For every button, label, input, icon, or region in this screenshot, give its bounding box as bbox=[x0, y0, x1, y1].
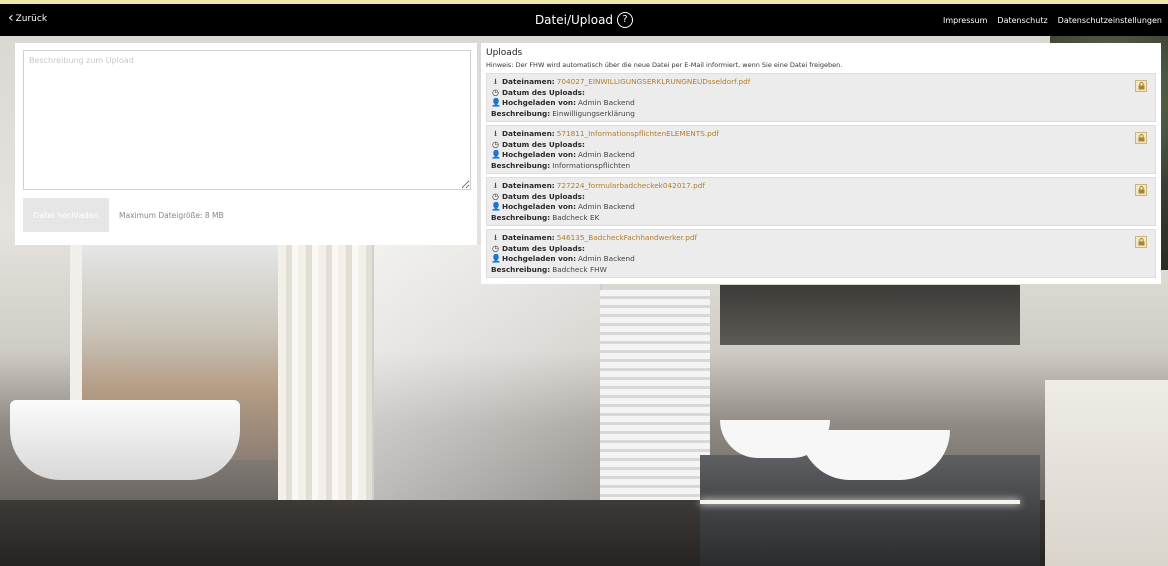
description-value: Badcheck FHW bbox=[552, 264, 607, 274]
file-link[interactable]: 704027_EINWILLIGUNGSERKLRUNGNEUDsseldorf… bbox=[557, 77, 751, 88]
uploader-label: Hochgeladen von: bbox=[502, 150, 577, 159]
help-circle-icon[interactable]: ? bbox=[617, 12, 634, 28]
description-textarea[interactable] bbox=[23, 50, 471, 190]
description-value: Badcheck EK bbox=[552, 212, 600, 222]
date-row: ◷ Datum des Uploads: bbox=[491, 140, 1151, 151]
upload-icon: ⭳ bbox=[494, 233, 497, 242]
background-curtain bbox=[278, 230, 373, 530]
clock-icon: ◷ bbox=[492, 87, 499, 97]
upload-item: ⭳ Dateinamen: 704027_EINWILLIGUNGSERKLRU… bbox=[486, 73, 1156, 122]
uploader-row: 👤 Hochgeladen von: Admin Backend bbox=[491, 98, 1151, 109]
top-bar: ‹ Zurück Datei/Upload ? Impressum Datens… bbox=[0, 0, 1168, 36]
date-label: Datum des Uploads: bbox=[502, 87, 585, 97]
uploader-row: 👤 Hochgeladen von: Admin Backend bbox=[491, 254, 1151, 265]
lock-button[interactable] bbox=[1135, 80, 1147, 92]
filename-row: ⭳ Dateinamen: 704027_EINWILLIGUNGSERKLRU… bbox=[491, 77, 1151, 88]
description-value: Einwilligungserklärung bbox=[552, 108, 635, 118]
filename-row: ⭳ Dateinamen: 546135_BadcheckFachhandwer… bbox=[491, 233, 1151, 244]
date-label: Datum des Uploads: bbox=[502, 243, 585, 253]
file-link[interactable]: 727224_formularbadcheckek042017.pdf bbox=[557, 181, 705, 192]
uploader-row: 👤 Hochgeladen von: Admin Backend bbox=[491, 202, 1151, 213]
uploads-title: Uploads bbox=[486, 48, 523, 58]
uploads-panel: Uploads Hinweis: Der FHW wird automatisc… bbox=[481, 43, 1161, 284]
lock-icon bbox=[1138, 82, 1144, 90]
upload-item: ⭳ Dateinamen: 571811_Informationspflicht… bbox=[486, 125, 1156, 174]
filename-label: Dateinamen: bbox=[502, 181, 555, 190]
upload-list: ⭳ Dateinamen: 704027_EINWILLIGUNGSERKLRU… bbox=[486, 73, 1156, 278]
background-radiator bbox=[600, 290, 710, 520]
user-icon: 👤 bbox=[491, 202, 501, 211]
nav-datenschutz[interactable]: Datenschutz bbox=[997, 16, 1047, 25]
lock-icon bbox=[1138, 134, 1144, 142]
upload-item: ⭳ Dateinamen: 546135_BadcheckFachhandwer… bbox=[486, 229, 1156, 278]
top-nav: Impressum Datenschutz Datenschutzeinstel… bbox=[943, 16, 1162, 25]
lock-icon bbox=[1138, 238, 1144, 246]
nav-datenschutzeinstellungen[interactable]: Datenschutzeinstellungen bbox=[1058, 16, 1162, 25]
file-link[interactable]: 546135_BadcheckFachhandwerker.pdf bbox=[557, 233, 697, 244]
lock-button[interactable] bbox=[1135, 184, 1147, 196]
upload-file-button[interactable]: Datei hochladen bbox=[23, 198, 109, 232]
lock-button[interactable] bbox=[1135, 236, 1147, 248]
filename-label: Dateinamen: bbox=[502, 129, 555, 138]
uploader-value: Admin Backend bbox=[578, 254, 635, 263]
description-row: Beschreibung: Badcheck FHW bbox=[491, 265, 1151, 276]
upload-icon: ⭳ bbox=[494, 129, 497, 138]
uploader-row: 👤 Hochgeladen von: Admin Backend bbox=[491, 150, 1151, 161]
clock-icon: ◷ bbox=[492, 243, 499, 253]
lock-button[interactable] bbox=[1135, 132, 1147, 144]
clock-icon: ◷ bbox=[492, 191, 499, 201]
date-label: Datum des Uploads: bbox=[502, 139, 585, 149]
description-row: Beschreibung: Badcheck EK bbox=[491, 213, 1151, 224]
file-link[interactable]: 571811_InformationspflichtenELEMENTS.pdf bbox=[557, 129, 719, 140]
description-value: Informationspflichten bbox=[552, 160, 631, 170]
upload-icon: ⭳ bbox=[494, 181, 497, 190]
description-label: Beschreibung: bbox=[491, 108, 551, 118]
description-label: Beschreibung: bbox=[491, 160, 551, 170]
background-vanity-light bbox=[700, 500, 1020, 504]
user-icon: 👤 bbox=[491, 98, 501, 107]
lock-icon bbox=[1138, 186, 1144, 194]
page-title: Datei/Upload bbox=[534, 13, 614, 27]
user-icon: 👤 bbox=[491, 150, 501, 159]
uploader-value: Admin Backend bbox=[578, 150, 635, 159]
date-row: ◷ Datum des Uploads: bbox=[491, 192, 1151, 203]
description-row: Beschreibung: Informationspflichten bbox=[491, 161, 1151, 172]
background-mirror bbox=[720, 285, 1020, 345]
uploads-hint: Hinweis: Der FHW wird automatisch über d… bbox=[486, 61, 843, 69]
date-row: ◷ Datum des Uploads: bbox=[491, 88, 1151, 99]
description-label: Beschreibung: bbox=[491, 264, 551, 274]
upload-form-panel: Datei hochladen Maximum Dateigröße: 8 MB bbox=[15, 43, 477, 245]
uploader-label: Hochgeladen von: bbox=[502, 254, 577, 263]
description-label: Beschreibung: bbox=[491, 212, 551, 222]
background-bathtub bbox=[10, 400, 240, 480]
filename-label: Dateinamen: bbox=[502, 233, 555, 242]
upload-item: ⭳ Dateinamen: 727224_formularbadcheckek0… bbox=[486, 177, 1156, 226]
user-icon: 👤 bbox=[491, 254, 501, 263]
date-label: Datum des Uploads: bbox=[502, 191, 585, 201]
uploader-value: Admin Backend bbox=[578, 98, 635, 107]
filename-row: ⭳ Dateinamen: 727224_formularbadcheckek0… bbox=[491, 181, 1151, 192]
background-shower bbox=[372, 245, 602, 535]
description-row: Beschreibung: Einwilligungserklärung bbox=[491, 109, 1151, 120]
uploader-label: Hochgeladen von: bbox=[502, 202, 577, 211]
max-file-size: Maximum Dateigröße: 8 MB bbox=[119, 210, 224, 220]
uploader-value: Admin Backend bbox=[578, 202, 635, 211]
upload-icon: ⭳ bbox=[494, 77, 497, 86]
background-fireplace bbox=[1045, 380, 1168, 566]
upload-actions: Datei hochladen Maximum Dateigröße: 8 MB bbox=[23, 198, 469, 232]
nav-impressum[interactable]: Impressum bbox=[943, 16, 987, 25]
date-row: ◷ Datum des Uploads: bbox=[491, 244, 1151, 255]
clock-icon: ◷ bbox=[492, 139, 499, 149]
filename-label: Dateinamen: bbox=[502, 77, 555, 86]
filename-row: ⭳ Dateinamen: 571811_Informationspflicht… bbox=[491, 129, 1151, 140]
uploader-label: Hochgeladen von: bbox=[502, 98, 577, 107]
